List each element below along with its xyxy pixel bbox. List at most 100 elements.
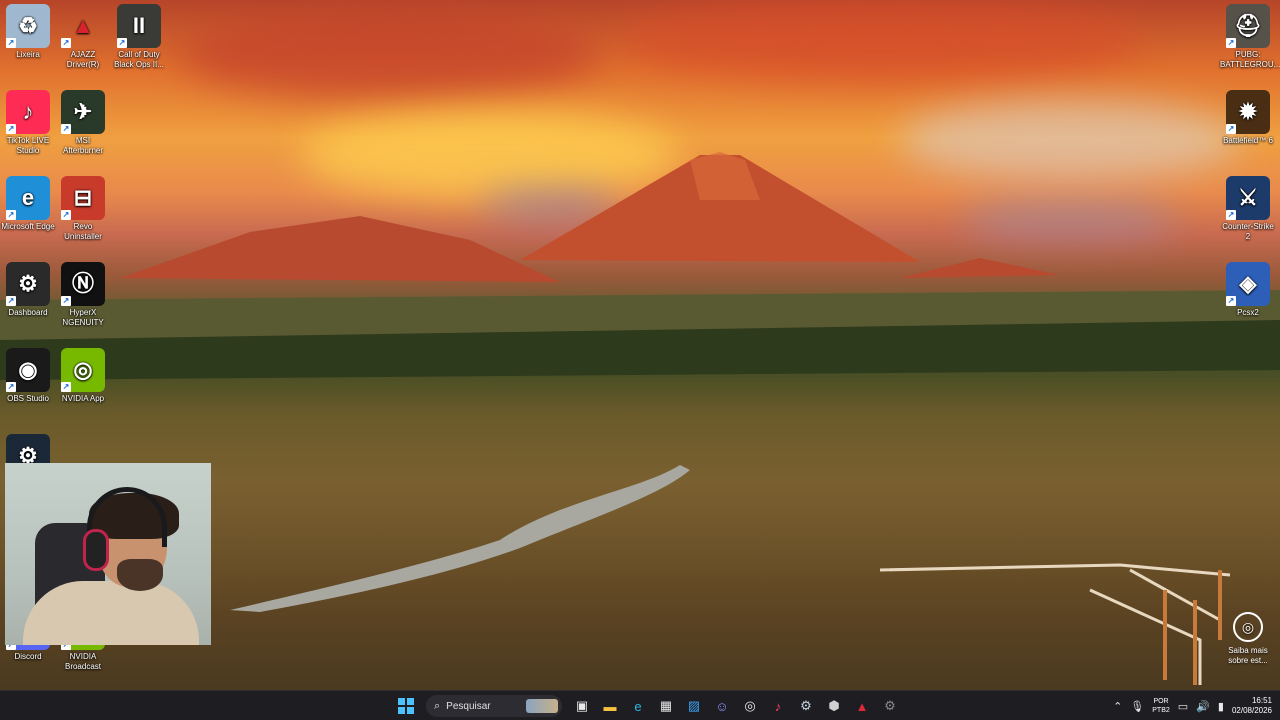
- shortcut-arrow-icon: ↗: [1226, 38, 1236, 48]
- clock[interactable]: 16:51 02/08/2026: [1232, 696, 1272, 716]
- desktop-icon-label: OBS Studio: [7, 394, 49, 403]
- shortcut-arrow-icon: ↗: [61, 382, 71, 392]
- microphone-icon[interactable]: 🎙: [1130, 700, 1144, 713]
- desktop-icon-label: Lixeira: [16, 50, 40, 59]
- desktop-icon-label: HyperX NGENUITY: [62, 308, 104, 327]
- search-placeholder: Pesquisar: [446, 700, 491, 712]
- shortcut-arrow-icon: ↗: [61, 210, 71, 220]
- desktop-icon-obs[interactable]: ◉ ↗ OBS Studio: [0, 348, 56, 404]
- clock-time: 16:51: [1251, 696, 1272, 705]
- desktop-icon-label: PUBG: BATTLEGROU...: [1220, 50, 1280, 69]
- taskbar-store-button[interactable]: ▦: [654, 694, 678, 718]
- language-indicator[interactable]: POR PTB2: [1152, 697, 1170, 715]
- system-tray: ⌃ 🎙 POR PTB2 ▭ 🔊 ▮ 16:51 02/08/2026: [1113, 691, 1272, 720]
- shortcut-arrow-icon: ↗: [61, 124, 71, 134]
- desktop-icon-counter-strike[interactable]: ⚔ ↗ Counter-Strike 2: [1220, 176, 1276, 242]
- search-icon: ⌕: [434, 699, 441, 712]
- language-code: POR: [1153, 698, 1169, 705]
- taskbar-discord-button[interactable]: ☺: [710, 694, 734, 718]
- desktop-icon-tiktok-live[interactable]: ♪ ↗ TikTok LIVE Studio: [0, 90, 56, 156]
- taskbar-center: ⌕ Pesquisar ▣ ▬ e ▦ ▨ ☺ ◎ ♪ ⚙ ⬢ ▲ ⚙: [394, 691, 902, 720]
- camera-icon: ◎: [1233, 612, 1263, 642]
- taskbar: ⌕ Pesquisar ▣ ▬ e ▦ ▨ ☺ ◎ ♪ ⚙ ⬢ ▲ ⚙ ⌃ 🎙 POR PTB2 ▭ …: [0, 690, 1280, 720]
- desktop-icon-label: TikTok LIVE Studio: [6, 136, 50, 155]
- shortcut-arrow-icon: ↗: [6, 382, 16, 392]
- desktop-icon-battlefield[interactable]: ✹ ↗ Battlefield™ 6: [1220, 90, 1276, 146]
- taskbar-tiktok-live-button[interactable]: ♪: [766, 694, 790, 718]
- desktop-icon-pcsx2[interactable]: ◈ ↗ Pcsx2: [1220, 262, 1276, 318]
- dashboard-icon: ⚙ ↗: [6, 262, 50, 306]
- desktop-icon-msi-afterburner[interactable]: ✈ ↗ MSI Afterburner: [55, 90, 111, 156]
- app-gear-icon: ⚙: [884, 698, 896, 713]
- desktop-icon-pubg[interactable]: ⛑ ↗ PUBG: BATTLEGROU...: [1220, 4, 1280, 70]
- taskbar-photos-button[interactable]: ▨: [682, 694, 706, 718]
- shortcut-arrow-icon: ↗: [1226, 296, 1236, 306]
- taskbar-edge-button[interactable]: e: [626, 694, 650, 718]
- desktop-icon-ajazz[interactable]: ▲ ↗ AJAZZ Driver(R): [55, 4, 111, 70]
- desktop-icon-label: Pcsx2: [1237, 308, 1259, 317]
- desktop-icon-label: Discord: [14, 652, 42, 661]
- shortcut-arrow-icon: ↗: [1226, 210, 1236, 220]
- desktop-icon-edge[interactable]: e ↗ Microsoft Edge: [0, 176, 56, 232]
- desktop-icon-label: AJAZZ Driver(R): [66, 50, 100, 69]
- windows-start-button[interactable]: [394, 694, 418, 718]
- desktop-icon-label: NVIDIA App: [61, 394, 105, 403]
- volume-icon[interactable]: 🔊: [1196, 700, 1210, 713]
- shortcut-arrow-icon: ↗: [6, 296, 16, 306]
- hyperx-icon: Ⓝ ↗: [61, 262, 105, 306]
- chrome-icon: ◎: [744, 698, 756, 713]
- taskbar-task-view-button[interactable]: ▣: [570, 694, 594, 718]
- shortcut-arrow-icon: ↗: [117, 38, 127, 48]
- pcsx2-icon: ◈ ↗: [1226, 262, 1270, 306]
- desktop-icon-dashboard[interactable]: ⚙ ↗ Dashboard: [0, 262, 56, 318]
- nvidia-icon: ◎ ↗: [61, 348, 105, 392]
- desktop-icon-label: NVIDIA Broadcast: [64, 652, 102, 671]
- taskbar-steam-button[interactable]: ⚙: [794, 694, 818, 718]
- call-of-duty-icon: II ↗: [117, 4, 161, 48]
- shortcut-arrow-icon: ↗: [61, 296, 71, 306]
- recycle-bin-icon: ♻ ↗: [6, 4, 50, 48]
- desktop-icon-recycle-bin[interactable]: ♻ ↗ Lixeira: [0, 4, 56, 60]
- desktop-icon-hyperx[interactable]: Ⓝ ↗ HyperX NGENUITY: [55, 262, 111, 328]
- desktop-icon-label: Battlefield™ 6: [1223, 136, 1273, 145]
- clock-date: 02/08/2026: [1231, 706, 1272, 715]
- msi-afterburner-icon: ✈ ↗: [61, 90, 105, 134]
- desktop-icon-call-of-duty[interactable]: II ↗ Call of Duty Black Ops II...: [111, 4, 167, 70]
- taskbar-settings-cube-button[interactable]: ⬢: [822, 694, 846, 718]
- tiktok-live-icon: ♪ ↗: [6, 90, 50, 134]
- shortcut-arrow-icon: ↗: [6, 210, 16, 220]
- desktop-icon-label: Microsoft Edge: [1, 222, 55, 231]
- discord-icon: ☺: [715, 698, 729, 714]
- desktop-icon-label: MSI Afterburner: [62, 136, 104, 155]
- steam-icon: ⚙: [800, 698, 812, 713]
- windows-icon: [398, 698, 414, 714]
- taskbar-app-gear-button[interactable]: ⚙: [878, 694, 902, 718]
- tiktok-live-icon: ♪: [774, 698, 782, 714]
- store-icon: ▦: [659, 698, 673, 713]
- webcam-overlay: [5, 463, 211, 645]
- desktop-icon-label: Revo Uninstaller: [64, 222, 102, 241]
- desktop-icon-label: Dashboard: [8, 308, 48, 317]
- settings-cube-icon: ⬢: [828, 698, 840, 713]
- revo-uninstaller-icon: ⊟ ↗: [61, 176, 105, 220]
- ajazz-icon: ▲ ↗: [61, 13, 94, 48]
- taskbar-file-explorer-button[interactable]: ▬: [598, 694, 622, 718]
- taskbar-ajazz-button[interactable]: ▲: [850, 694, 874, 718]
- counter-strike-icon: ⚔ ↗: [1226, 176, 1270, 220]
- chevron-up-icon[interactable]: ⌃: [1113, 700, 1122, 713]
- keyboard-layout: PTB2: [1152, 707, 1170, 714]
- taskbar-search[interactable]: ⌕ Pesquisar: [426, 695, 562, 717]
- taskbar-chrome-button[interactable]: ◎: [738, 694, 762, 718]
- desktop-icon-label: Call of Duty Black Ops II...: [114, 50, 164, 69]
- search-highlight-image: [526, 699, 558, 713]
- learn-more-label: Saiba mais sobre est...: [1228, 646, 1268, 665]
- network-icon[interactable]: ▭: [1178, 700, 1188, 713]
- desktop-icon-revo-uninstaller[interactable]: ⊟ ↗ Revo Uninstaller: [55, 176, 111, 242]
- desktop-icon-nvidia[interactable]: ◎ ↗ NVIDIA App: [55, 348, 111, 404]
- edge-icon: e: [634, 698, 642, 714]
- learn-more-widget[interactable]: ◎ Saiba mais sobre est...: [1222, 612, 1274, 666]
- obs-icon: ◉ ↗: [6, 348, 50, 392]
- pubg-icon: ⛑ ↗: [1226, 4, 1270, 48]
- shortcut-arrow-icon: ↗: [1226, 124, 1236, 134]
- battery-icon[interactable]: ▮: [1218, 700, 1224, 713]
